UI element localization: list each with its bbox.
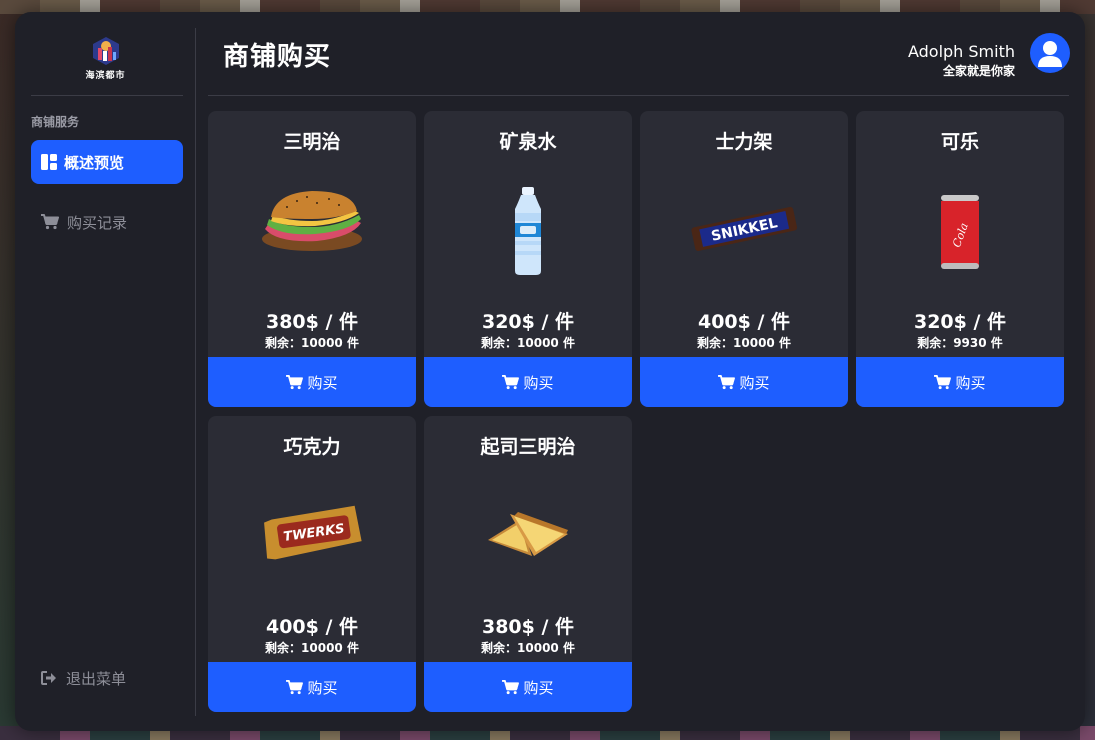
- buy-button-label: 购买: [955, 373, 986, 392]
- product-name: 巧克力: [283, 436, 341, 458]
- product-price: 400$ / 件: [697, 311, 791, 333]
- water-bottle-image: [515, 187, 541, 275]
- sidebar-item-label: 概述预览: [64, 153, 125, 172]
- exit-menu-label: 退出菜单: [66, 669, 127, 688]
- buy-button[interactable]: 购买: [640, 357, 848, 407]
- cart-icon: [718, 374, 736, 389]
- sidebar-section-label: 商铺服务: [31, 115, 80, 129]
- product-price: 320$ / 件: [481, 311, 575, 333]
- product-name: 矿泉水: [499, 131, 557, 153]
- buy-button[interactable]: 购买: [424, 662, 632, 712]
- cart-icon: [286, 679, 304, 694]
- sandwich-image: [262, 191, 362, 251]
- product-price: 320$ / 件: [913, 311, 1007, 333]
- user-subtitle: 全家就是你家: [942, 64, 1015, 78]
- product-name: 士力架: [715, 131, 773, 153]
- product-stock: 剩余：10000 件: [265, 641, 359, 655]
- twerks-bar-image: TWERKS: [264, 505, 362, 560]
- product-name: 起司三明治: [480, 436, 576, 458]
- shop-panel: 海滨都市 商铺服务 概述预览 购买记录 退出菜单 商铺购买 Adolph Smi…: [15, 12, 1085, 731]
- cart-icon: [502, 374, 520, 389]
- buy-button[interactable]: 购买: [424, 357, 632, 407]
- sidebar: 海滨都市 商铺服务 概述预览 购买记录 退出菜单: [15, 12, 196, 731]
- product-card: 士力架 SNIKKEL 400$ / 件 剩余：10000 件 购买: [640, 111, 848, 407]
- product-stock: 剩余：9930 件: [917, 336, 1003, 350]
- logo-text: 海滨都市: [85, 71, 126, 81]
- cola-can-image: Cola: [941, 195, 979, 269]
- user-icon: [1038, 41, 1062, 67]
- product-name: 可乐: [940, 131, 979, 153]
- exit-menu-button[interactable]: 退出菜单: [31, 658, 183, 698]
- product-stock: 剩余：10000 件: [481, 336, 575, 350]
- product-price: 400$ / 件: [265, 616, 359, 638]
- product-card: 矿泉水 320$ / 件 剩余：10000 件 购买: [424, 111, 632, 407]
- user-name: Adolph Smith: [907, 42, 1015, 61]
- product-price: 380$ / 件: [481, 616, 575, 638]
- product-stock: 剩余：10000 件: [265, 336, 359, 350]
- cart-icon: [41, 214, 59, 230]
- buy-button[interactable]: 购买: [856, 357, 1064, 407]
- sidebar-divider: [31, 95, 183, 96]
- buy-button[interactable]: 购买: [208, 662, 416, 712]
- product-card: 可乐 Cola 320$ / 件 剩余：9930 件 购买: [856, 111, 1064, 407]
- cart-icon: [934, 374, 952, 389]
- avatar[interactable]: [1030, 33, 1070, 73]
- product-price: 380$ / 件: [265, 311, 359, 333]
- buy-button-label: 购买: [739, 373, 770, 392]
- sidebar-item-overview[interactable]: 概述预览: [31, 140, 183, 184]
- sidebar-item-purchase-history[interactable]: 购买记录: [31, 202, 183, 242]
- sign-out-icon: [41, 671, 56, 685]
- product-stock: 剩余：10000 件: [697, 336, 791, 350]
- grilled-cheese-image: [488, 512, 568, 556]
- product-name: 三明治: [283, 131, 341, 153]
- buy-button-label: 购买: [307, 373, 338, 392]
- dashboard-icon: [41, 154, 57, 170]
- product-card: 巧克力 TWERKS 400$ / 件 剩余：10000 件 购买: [208, 416, 416, 712]
- header-divider: [208, 95, 1069, 96]
- cart-icon: [502, 679, 520, 694]
- sidebar-item-label: 购买记录: [67, 213, 128, 232]
- cart-icon: [286, 374, 304, 389]
- logo-icon: [93, 37, 119, 65]
- product-stock: 剩余：10000 件: [481, 641, 575, 655]
- page-title: 商铺购买: [223, 42, 332, 72]
- buy-button-label: 购买: [307, 678, 338, 697]
- buy-button[interactable]: 购买: [208, 357, 416, 407]
- snikkel-bar-image: SNIKKEL: [691, 206, 798, 251]
- product-card: 三明治 380$ / 件 剩余：10000 件 购买: [208, 111, 416, 407]
- product-card: 起司三明治 380$ / 件 剩余：10000 件 购买: [424, 416, 632, 712]
- sidebar-vertical-divider: [195, 28, 196, 716]
- buy-button-label: 购买: [523, 678, 554, 697]
- buy-button-label: 购买: [523, 373, 554, 392]
